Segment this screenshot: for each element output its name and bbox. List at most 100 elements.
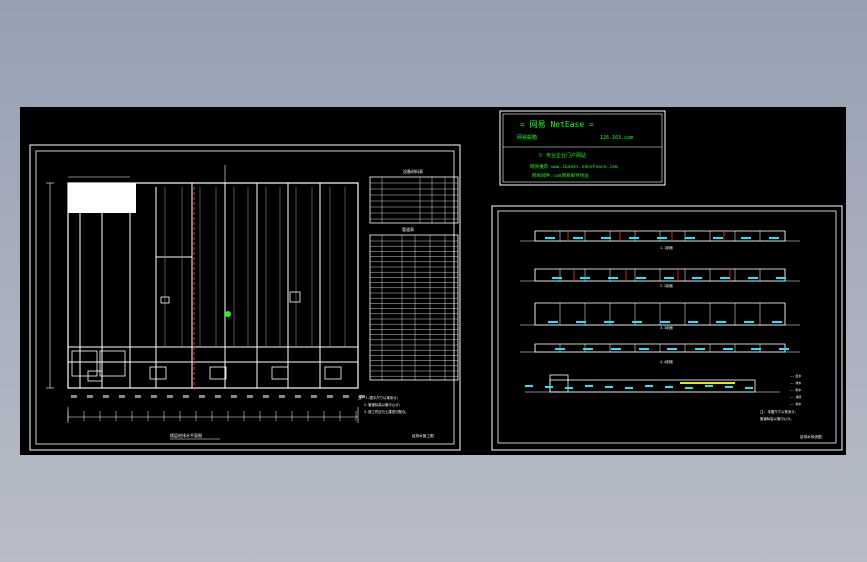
floor-plan[interactable] <box>46 165 365 423</box>
elevation-yellow-pipe <box>680 382 735 384</box>
right-note-2: 管道标高以管中心计。 <box>760 416 794 421</box>
dimension-label-mark <box>103 395 109 398</box>
plan-solid-block <box>68 183 136 213</box>
elevation-marker <box>565 387 573 389</box>
legend-item-1: —— 给水 <box>790 373 801 378</box>
section-1[interactable]: 1-1剖面 <box>520 230 800 250</box>
elevation-marker <box>745 387 753 389</box>
dimension-label-mark <box>263 395 269 398</box>
table-title-middle: 管道表 <box>402 226 414 232</box>
pipe-marker <box>772 321 782 323</box>
stamp-line1-left: 网易邮箱 <box>517 134 537 141</box>
elevation-marker <box>525 385 533 387</box>
plan-fixtures <box>71 291 342 382</box>
pipe-marker <box>685 237 695 239</box>
dimension-label-mark <box>167 395 173 398</box>
pipe-marker <box>632 321 642 323</box>
pipe-marker <box>716 321 726 323</box>
pipe-marker <box>639 348 649 350</box>
elevation-marker <box>725 386 733 388</box>
pipe-marker <box>667 348 677 350</box>
stamp-line2: ※ 专业企业门户网站 <box>538 152 586 159</box>
dimension-label-mark <box>199 395 205 398</box>
pipe-marker <box>657 237 667 239</box>
section-label: 2-2剖面 <box>660 283 674 288</box>
section-2[interactable]: 2-2剖面 <box>520 268 800 288</box>
pipe-marker <box>576 321 586 323</box>
stamp-line1-right: 126.163.com <box>600 135 633 141</box>
pipe-marker <box>608 277 618 279</box>
bottom-elevation[interactable] <box>525 374 780 393</box>
legend-item-5: —— 热水 <box>790 401 801 406</box>
dimension-label-mark <box>151 395 157 398</box>
sheet-left-notes: 注: 1.图中尺寸以毫米计; 2.管道标高以管中心计; 3.施工时应与土建密切配… <box>358 395 409 414</box>
pipe-marker <box>723 348 733 350</box>
dimension-label-mark <box>215 395 221 398</box>
pipe-marker <box>779 348 789 350</box>
note-line-2: 2.管道标高以管中心计; <box>364 402 401 407</box>
elevation-marker <box>545 386 553 388</box>
pipe-sections[interactable]: 1-1剖面 2-2剖面 3-3剖面 4-4剖面 <box>520 230 800 364</box>
pipe-marker <box>664 277 674 279</box>
sheet-right[interactable]: 1-1剖面 2-2剖面 3-3剖面 4-4剖面 —— 给水 —— 排水 —— 雨水 —… <box>491 205 843 451</box>
table-title-top: 设备材料表 <box>403 168 423 174</box>
section-3[interactable]: 3-3剖面 <box>520 302 800 330</box>
elevation-left-block <box>549 374 569 393</box>
pipe-marker <box>545 237 555 239</box>
pipe-marker <box>695 348 705 350</box>
pipe-marker <box>548 321 558 323</box>
pipe-marker <box>776 277 786 279</box>
legend-item-2: —— 排水 <box>790 380 801 385</box>
pipe-marker <box>692 277 702 279</box>
sheet-left[interactable]: 设备材料表 管道表 注: 1.图中尺寸以毫米计; 2.管道标高以管中心计; 3.… <box>29 144 461 451</box>
note-line-3: 3.施工时应与土建密切配合。 <box>364 409 409 414</box>
pipe-marker <box>552 277 562 279</box>
dimension-label-mark <box>71 395 77 398</box>
right-legend: —— 给水 —— 排水 —— 雨水 —— 消防 —— 热水 <box>790 373 801 406</box>
dimension-label-mark <box>231 395 237 398</box>
pipe-marker <box>583 348 593 350</box>
pipe-marker <box>573 237 583 239</box>
legend-item-3: —— 雨水 <box>790 387 801 392</box>
drawing-svg[interactable]: 设备材料表 管道表 注: 1.图中尺寸以毫米计; 2.管道标高以管中心计; 3.… <box>20 107 846 455</box>
section-label: 3-3剖面 <box>660 325 674 330</box>
stamp-line4: 网易邮件.com网易邮件地址 <box>532 172 589 179</box>
legend-item-4: —— 消防 <box>790 394 801 399</box>
elevation-marker <box>585 385 593 387</box>
elevation-marker <box>605 386 613 388</box>
green-marker[interactable] <box>225 311 231 317</box>
dimension-label-mark <box>311 395 317 398</box>
elevation-marker <box>705 385 713 387</box>
pipe-marker <box>604 321 614 323</box>
stamp-title: = 网易 NetEase = <box>520 120 594 129</box>
pipe-marker <box>601 237 611 239</box>
material-table[interactable]: 设备材料表 管道表 <box>369 168 459 381</box>
drawing-canvas[interactable]: 设备材料表 管道表 注: 1.图中尺寸以毫米计; 2.管道标高以管中心计; 3.… <box>20 107 846 455</box>
dimension-label-mark <box>87 395 93 398</box>
dimension-label-mark <box>343 395 349 398</box>
dimension-label-mark <box>247 395 253 398</box>
pipe-marker <box>629 237 639 239</box>
pipe-marker <box>688 321 698 323</box>
stamp-line3: 网易推荐 www.ibooks.ndnetease.com <box>530 163 618 170</box>
pipe-marker <box>636 277 646 279</box>
pipe-marker <box>769 237 779 239</box>
dimension-label-mark <box>327 395 333 398</box>
section-4[interactable]: 4-4剖面 <box>520 343 800 364</box>
pipe-marker <box>751 348 761 350</box>
elevation-marker <box>625 387 633 389</box>
pipe-marker <box>713 237 723 239</box>
pipe-marker <box>611 348 621 350</box>
elevation-marker <box>645 385 653 387</box>
pipe-marker <box>744 321 754 323</box>
cad-viewport: 设备材料表 管道表 注: 1.图中尺寸以毫米计; 2.管道标高以管中心计; 3.… <box>0 0 867 562</box>
elevation-pipe-markers <box>525 382 753 389</box>
plan-outline <box>67 182 359 389</box>
dimension-label-mark <box>135 395 141 398</box>
pipe-marker <box>555 348 565 350</box>
pipe-marker <box>741 237 751 239</box>
pipe-marker <box>660 321 670 323</box>
dimension-label-mark <box>183 395 189 398</box>
dimension-label-mark <box>295 395 301 398</box>
plan-caption: 楼层给排水平面图 <box>170 432 202 438</box>
